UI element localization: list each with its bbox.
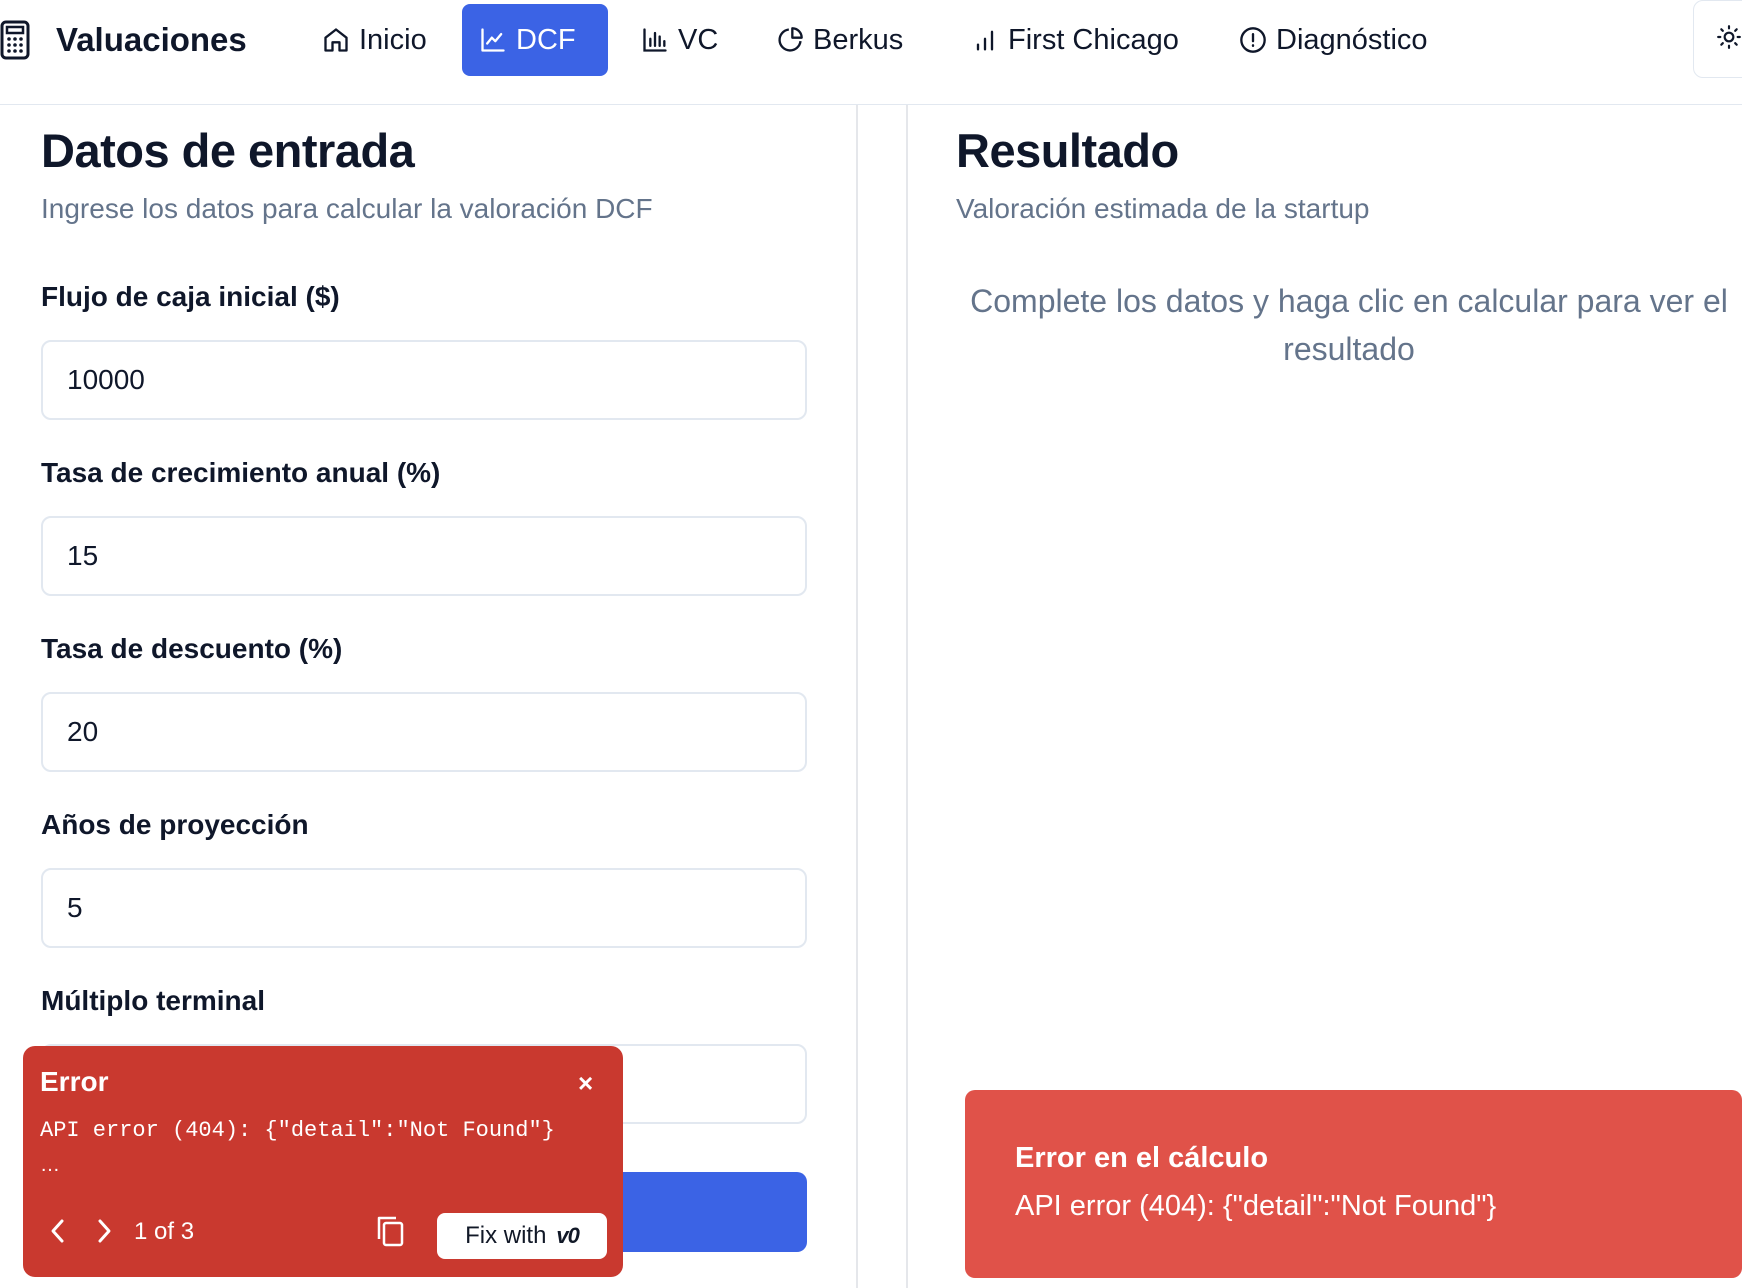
error-message: API error (404): {"detail":"Not Found"} <box>40 1118 555 1143</box>
home-icon <box>321 25 351 55</box>
result-title: Resultado <box>956 124 1179 177</box>
error-overlay: Error × API error (404): {"detail":"Not … <box>23 1046 623 1277</box>
copy-icon[interactable] <box>373 1212 407 1250</box>
nav-item-first-chicago[interactable]: First Chicago <box>954 4 1195 76</box>
field-label: Tasa de descuento (%) <box>41 633 343 664</box>
line-chart-icon <box>478 25 508 55</box>
sun-icon <box>1716 24 1742 55</box>
theme-toggle-button[interactable] <box>1693 0 1742 78</box>
result-empty-message: Complete los datos y haga clic en calcul… <box>970 283 1728 367</box>
chevron-right-icon[interactable] <box>91 1216 117 1246</box>
signal-bars-icon <box>970 25 1000 55</box>
result-description: Valoración estimada de la startup <box>956 193 1370 224</box>
pie-chart-icon <box>775 25 805 55</box>
fix-label: Fix with <box>465 1222 547 1249</box>
alert-circle-icon <box>1238 25 1268 55</box>
tasa-crecimiento-input[interactable] <box>41 516 807 596</box>
anos-proyeccion-input[interactable] <box>41 868 807 948</box>
top-navbar: Valuaciones Inicio DCF VC Berkus First C… <box>0 0 1742 105</box>
calculator-icon <box>0 18 32 62</box>
brand[interactable]: Valuaciones <box>0 18 247 62</box>
nav-item-label: Diagnóstico <box>1276 23 1428 56</box>
chevron-left-icon[interactable] <box>45 1216 71 1246</box>
error-counter: 1 of 3 <box>134 1218 195 1245</box>
column-divider <box>856 105 858 1288</box>
tasa-descuento-input[interactable] <box>41 692 807 772</box>
field-label: Flujo de caja inicial ($) <box>41 281 340 312</box>
error-ellipsis: … <box>40 1154 60 1176</box>
form-description: Ingrese los datos para calcular la valor… <box>41 193 653 224</box>
fix-with-v0-button[interactable]: Fix with v0 <box>437 1213 607 1259</box>
nav-item-label: First Chicago <box>1008 23 1179 56</box>
nav-item-diagnostico[interactable]: Diagnóstico <box>1222 4 1444 76</box>
nav-item-label: DCF <box>516 23 576 56</box>
nav-item-vc[interactable]: VC <box>624 4 734 76</box>
field-label: Múltiplo terminal <box>41 985 265 1016</box>
field-label: Tasa de crecimiento anual (%) <box>41 457 441 488</box>
nav-item-label: Berkus <box>813 23 904 56</box>
form-title: Datos de entrada <box>41 124 415 177</box>
nav-item-label: VC <box>678 23 719 56</box>
field-label: Años de proyección <box>41 809 309 840</box>
flujo-caja-input[interactable] <box>41 340 807 420</box>
error-title: Error <box>40 1066 109 1097</box>
error-toast[interactable]: Error en el cálculo API error (404): {"d… <box>965 1090 1742 1278</box>
v0-logo: v0 <box>556 1223 580 1248</box>
nav-item-dcf[interactable]: DCF <box>462 4 608 76</box>
toast-title: Error en el cálculo <box>1015 1142 1269 1174</box>
app-title: Valuaciones <box>56 21 247 58</box>
nav-item-inicio[interactable]: Inicio <box>305 4 443 76</box>
nav-item-label: Inicio <box>359 23 427 56</box>
toast-message: API error (404): {"detail":"Not Found"} <box>1015 1190 1497 1222</box>
bar-chart-icon <box>640 25 670 55</box>
close-icon[interactable]: × <box>578 1070 593 1096</box>
nav-item-berkus[interactable]: Berkus <box>759 4 919 76</box>
column-divider <box>906 105 908 1288</box>
